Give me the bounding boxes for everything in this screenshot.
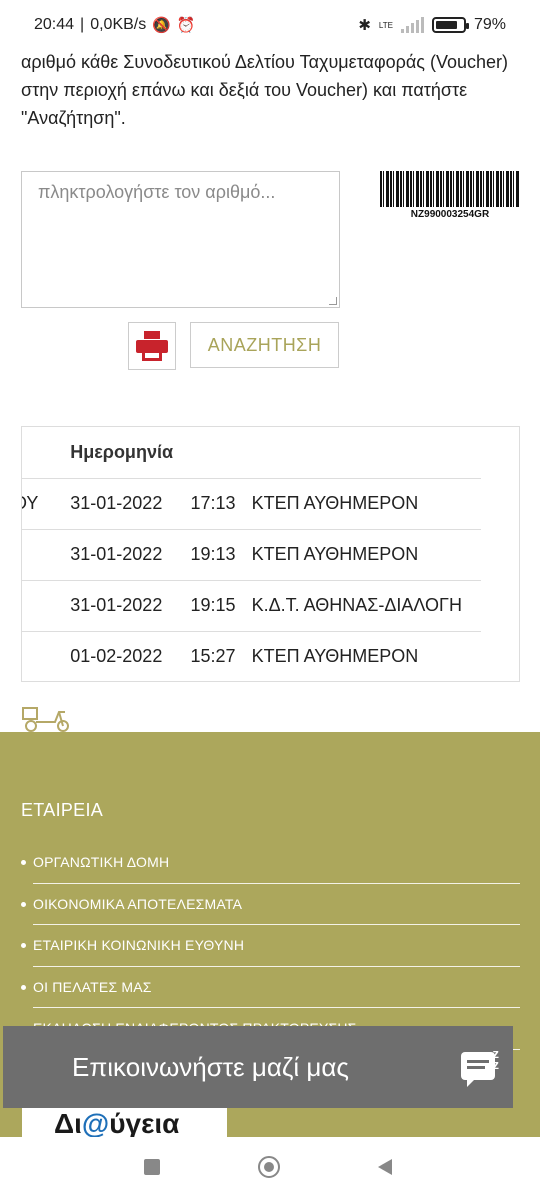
table-row: ΟΜΟΥ 31-01-2022 17:13 ΚΤΕΠ ΑΥΘΗΜΕΡΟΝ	[22, 478, 481, 530]
row-date: 31-01-2022	[70, 478, 191, 530]
table-row: Ι 31-01-2022 19:13 ΚΤΕΠ ΑΥΘΗΜΕΡΟΝ	[22, 529, 481, 581]
diavgeia-logo-text: Δι@ύγεια	[54, 1108, 180, 1137]
row-station: Κ.Δ.Τ. ΑΘΗΝΑΣ-ΔΙΑΛΟΓΗ	[251, 580, 481, 632]
row-time: 19:15	[190, 580, 252, 632]
barcode-image	[380, 171, 520, 207]
scooter-icon	[22, 707, 69, 732]
footer-links: ΟΡΓΑΝΩΤΙΚΗ ΔΟΜΗ ΟΙΚΟΝΟΜΙΚΑ ΑΠΟΤΕΛΕΣΜΑΤΑ …	[21, 842, 520, 1050]
row-station: ΚΤΕΠ ΑΥΘΗΜΕΡΟΝ	[251, 478, 481, 530]
tracking-table[interactable]: Ημερομηνία ΟΜΟΥ 31-01-2022 17:13 ΚΤΕΠ ΑΥ…	[21, 426, 520, 682]
network-speed: 0,0KB/s	[90, 16, 147, 33]
search-button[interactable]: ΑΝΑΖΗΤΗΣΗ	[190, 322, 339, 368]
row-location: Ι	[22, 529, 71, 581]
header-time	[190, 427, 252, 479]
battery-icon	[431, 17, 469, 33]
contact-us-label: Επικοινωνήστε μαζί μας	[72, 1051, 349, 1082]
network-type: LTE	[378, 20, 393, 30]
battery-percent: 79%	[473, 16, 506, 33]
row-time: 17:13	[190, 478, 252, 530]
print-button[interactable]	[128, 322, 176, 370]
status-bar: 20:44 | 0,0KB/s 🔕 ⏰ ✱ LTE 79%	[0, 0, 540, 50]
mute-icon: 🔕	[152, 17, 171, 34]
row-time: 19:13	[190, 529, 252, 581]
header-location	[22, 427, 71, 479]
footer-link-csr[interactable]: ΕΤΑΙΡΙΚΗ ΚΟΙΝΩΝΙΚΗ ΕΥΘΥΝΗ	[21, 925, 520, 967]
row-location: ΟΜΟΥ	[22, 478, 71, 530]
barcode-sample: NZ990003254GR	[380, 171, 520, 220]
battery-fill	[435, 21, 457, 29]
footer-link-org-structure[interactable]: ΟΡΓΑΝΩΤΙΚΗ ΔΟΜΗ	[21, 842, 520, 884]
row-date: 31-01-2022	[70, 529, 191, 581]
chat-icon	[461, 1052, 495, 1087]
status-left: 20:44 | 0,0KB/s 🔕 ⏰	[34, 16, 196, 34]
row-location: Ι	[22, 631, 71, 681]
contact-us-bar[interactable]: Επικοινωνήστε μαζί μας zz	[3, 1026, 513, 1108]
voucher-search-field[interactable]	[21, 171, 340, 308]
intro-text: αριθμό κάθε Συνοδευτικού Δελτίου Ταχυμετ…	[21, 52, 508, 128]
footer-link-financial-results[interactable]: ΟΙΚΟΝΟΜΙΚΑ ΑΠΟΤΕΛΕΣΜΑΤΑ	[21, 884, 520, 925]
status-time: 20:44	[34, 16, 75, 33]
sleep-icon: zz	[492, 1046, 500, 1072]
alarm-icon: ⏰	[176, 17, 196, 34]
table-header-row: Ημερομηνία	[22, 427, 481, 479]
row-date: 01-02-2022	[70, 631, 191, 681]
row-station: ΚΤΕΠ ΑΥΘΗΜΕΡΟΝ	[251, 529, 481, 581]
bluetooth-icon: ✱	[358, 17, 371, 34]
row-station: ΚΤΕΠ ΑΥΘΗΜΕΡΟΝ	[251, 631, 481, 681]
diavgeia-logo[interactable]: Δι@ύγεια	[22, 1108, 227, 1137]
header-station	[251, 427, 481, 479]
tracking-table-grid: Ημερομηνία ΟΜΟΥ 31-01-2022 17:13 ΚΤΕΠ ΑΥ…	[22, 427, 481, 681]
printer-icon	[136, 331, 168, 361]
back-button[interactable]	[378, 1159, 392, 1175]
signal-icon	[400, 17, 424, 33]
header-date: Ημερομηνία	[70, 427, 191, 479]
system-nav-bar	[0, 1137, 540, 1200]
resize-handle[interactable]	[329, 297, 337, 305]
voucher-search-input[interactable]	[38, 182, 323, 297]
home-button[interactable]	[258, 1156, 280, 1178]
status-right: ✱ LTE 79%	[358, 16, 506, 34]
table-row: Η 31-01-2022 19:15 Κ.Δ.Τ. ΑΘΗΝΑΣ-ΔΙΑΛΟΓΗ	[22, 580, 481, 632]
row-time: 15:27	[190, 631, 252, 681]
recent-apps-button[interactable]	[144, 1159, 160, 1175]
footer-section-title: ΕΤΑΙΡΕΙΑ	[21, 800, 104, 820]
footer-link-customers[interactable]: ΟΙ ΠΕΛΑΤΕΣ ΜΑΣ	[21, 967, 520, 1008]
table-row: Ι 01-02-2022 15:27 ΚΤΕΠ ΑΥΘΗΜΕΡΟΝ	[22, 631, 481, 681]
row-location: Η	[22, 580, 71, 632]
barcode-number: NZ990003254GR	[410, 209, 490, 220]
status-separator: |	[80, 16, 85, 33]
row-date: 31-01-2022	[70, 580, 191, 632]
